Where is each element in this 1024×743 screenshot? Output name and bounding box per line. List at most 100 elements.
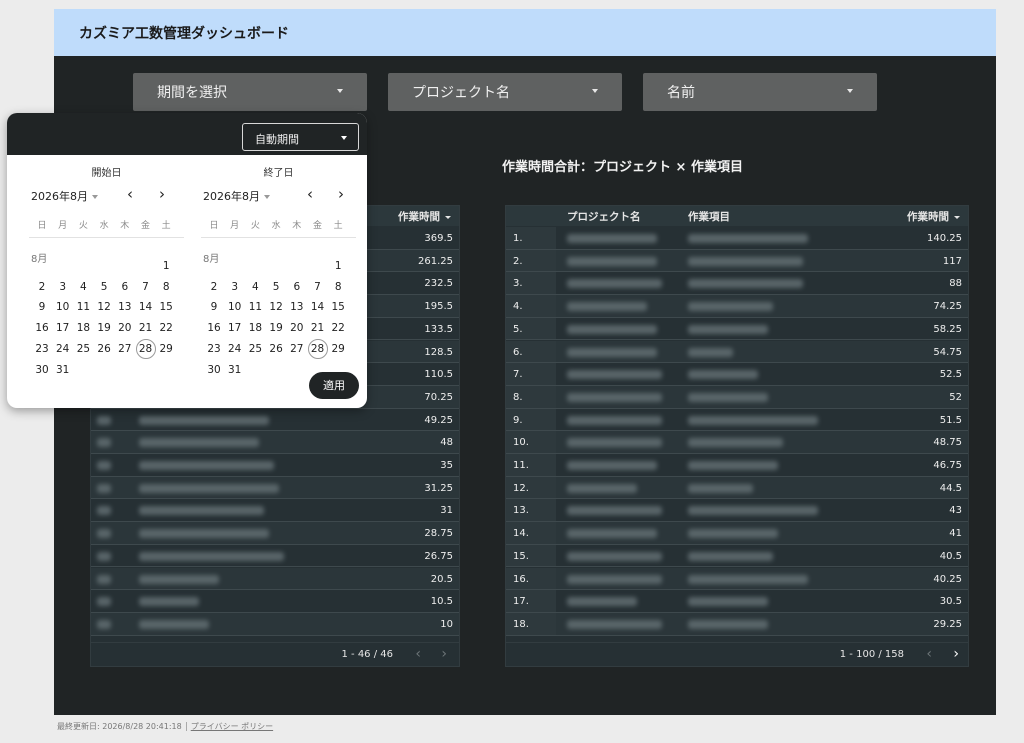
table-row[interactable]: 31.25 xyxy=(91,476,459,500)
prev-month-button[interactable]: ‹ xyxy=(127,185,133,203)
project-filter[interactable]: プロジェクト名 xyxy=(388,73,622,111)
next-month-button[interactable]: › xyxy=(338,185,344,203)
calendar-day[interactable]: 22 xyxy=(156,318,176,338)
calendar-day[interactable]: 25 xyxy=(73,339,93,359)
calendar-day[interactable]: 29 xyxy=(328,339,348,359)
name-filter[interactable]: 名前 xyxy=(643,73,877,111)
calendar-day[interactable]: 23 xyxy=(204,339,224,359)
table-row[interactable]: 1. 140.25 xyxy=(506,227,968,250)
end-month-select[interactable]: 2026年8月 xyxy=(203,188,270,204)
calendar-day[interactable]: 27 xyxy=(115,339,135,359)
table-row[interactable]: 14. 41 xyxy=(506,522,968,545)
next-page-button[interactable]: › xyxy=(441,647,447,661)
calendar-day[interactable]: 4 xyxy=(245,277,265,297)
table-row[interactable]: 11. 46.75 xyxy=(506,454,968,477)
calendar-day[interactable]: 17 xyxy=(225,318,245,338)
calendar-day[interactable]: 13 xyxy=(287,297,307,317)
privacy-policy-link[interactable]: プライバシー ポリシー xyxy=(191,722,273,731)
calendar-day[interactable]: 10 xyxy=(53,297,73,317)
prev-page-button[interactable]: ‹ xyxy=(415,647,421,661)
table-row[interactable]: 3. 88 xyxy=(506,272,968,296)
calendar-day[interactable]: 20 xyxy=(287,318,307,338)
calendar-day[interactable]: 25 xyxy=(245,339,265,359)
apply-button[interactable]: 適用 xyxy=(309,372,359,399)
calendar-day[interactable]: 15 xyxy=(156,297,176,317)
prev-month-button[interactable]: ‹ xyxy=(307,185,313,203)
calendar-day[interactable]: 12 xyxy=(266,297,286,317)
prev-page-button[interactable]: ‹ xyxy=(926,647,932,661)
calendar-day[interactable]: 9 xyxy=(204,297,224,317)
calendar-day[interactable]: 15 xyxy=(328,297,348,317)
calendar-day[interactable]: 22 xyxy=(328,318,348,338)
calendar-day[interactable]: 18 xyxy=(73,318,93,338)
table-row[interactable]: 6. 54.75 xyxy=(506,340,968,364)
table-row[interactable]: 9. 51.5 xyxy=(506,408,968,432)
table-row[interactable]: 18. 29.25 xyxy=(506,612,968,636)
calendar-day[interactable]: 18 xyxy=(245,318,265,338)
calendar-day[interactable]: 17 xyxy=(53,318,73,338)
table-row[interactable]: 12. 44.5 xyxy=(506,476,968,500)
calendar-day[interactable]: 23 xyxy=(32,339,52,359)
table-row[interactable]: 10. 48.75 xyxy=(506,431,968,454)
calendar-day[interactable]: 16 xyxy=(204,318,224,338)
table-row[interactable]: 35 xyxy=(91,454,459,477)
hours-column-header[interactable]: 作業時間 xyxy=(907,209,960,224)
table-row[interactable]: 49.25 xyxy=(91,409,459,432)
table-row[interactable]: 48 xyxy=(91,431,459,454)
calendar-day[interactable]: 6 xyxy=(115,277,135,297)
calendar-day[interactable]: 26 xyxy=(94,339,114,359)
calendar-day[interactable]: 5 xyxy=(94,277,114,297)
calendar-day[interactable]: 24 xyxy=(225,339,245,359)
calendar-day[interactable]: 14 xyxy=(136,297,156,317)
calendar-day[interactable]: 9 xyxy=(32,297,52,317)
table-row[interactable]: 28.75 xyxy=(91,522,459,545)
table-row[interactable]: 16. 40.25 xyxy=(506,567,968,591)
table-row[interactable]: 13. 43 xyxy=(506,499,968,523)
calendar-day[interactable]: 1 xyxy=(156,256,176,276)
table-row[interactable]: 5. 58.25 xyxy=(506,317,968,341)
next-month-button[interactable]: › xyxy=(159,185,165,203)
calendar-day[interactable]: 19 xyxy=(94,318,114,338)
calendar-day[interactable]: 2 xyxy=(204,277,224,297)
calendar-day[interactable]: 6 xyxy=(287,277,307,297)
calendar-day[interactable]: 10 xyxy=(225,297,245,317)
calendar-day[interactable]: 7 xyxy=(308,277,328,297)
next-page-button[interactable]: › xyxy=(953,647,959,661)
period-filter[interactable]: 期間を選択 xyxy=(133,73,367,111)
calendar-day[interactable]: 2 xyxy=(32,277,52,297)
table-row[interactable]: 26.75 xyxy=(91,545,459,568)
table-row[interactable]: 20.5 xyxy=(91,567,459,591)
calendar-day[interactable]: 28 xyxy=(135,338,156,359)
table-row[interactable]: 4. 74.25 xyxy=(506,295,968,318)
calendar-day[interactable]: 31 xyxy=(225,360,245,380)
item-column-header[interactable]: 作業項目 xyxy=(688,209,730,224)
calendar-day[interactable]: 21 xyxy=(308,318,328,338)
project-column-header[interactable]: プロジェクト名 xyxy=(567,209,641,224)
calendar-day[interactable]: 24 xyxy=(53,339,73,359)
calendar-day[interactable]: 12 xyxy=(94,297,114,317)
calendar-day[interactable]: 8 xyxy=(328,277,348,297)
table-row[interactable]: 10.5 xyxy=(91,590,459,613)
calendar-day[interactable]: 21 xyxy=(136,318,156,338)
hours-column-header[interactable]: 作業時間 xyxy=(398,209,451,224)
calendar-day[interactable]: 1 xyxy=(328,256,348,276)
calendar-day[interactable]: 19 xyxy=(266,318,286,338)
table-row[interactable]: 15. 40.5 xyxy=(506,544,968,568)
auto-period-select[interactable]: 自動期間 xyxy=(242,123,359,151)
calendar-day[interactable]: 5 xyxy=(266,277,286,297)
calendar-day[interactable]: 28 xyxy=(307,338,328,359)
table-row[interactable]: 17. 30.5 xyxy=(506,590,968,613)
table-row[interactable]: 8. 52 xyxy=(506,385,968,409)
calendar-day[interactable]: 11 xyxy=(245,297,265,317)
calendar-day[interactable]: 11 xyxy=(73,297,93,317)
calendar-day[interactable]: 31 xyxy=(53,360,73,380)
calendar-day[interactable]: 3 xyxy=(53,277,73,297)
table-row[interactable]: 31 xyxy=(91,499,459,523)
table-row[interactable]: 7. 52.5 xyxy=(506,363,968,386)
calendar-day[interactable]: 3 xyxy=(225,277,245,297)
calendar-day[interactable]: 4 xyxy=(73,277,93,297)
start-month-select[interactable]: 2026年8月 xyxy=(31,188,98,204)
calendar-day[interactable]: 30 xyxy=(32,360,52,380)
calendar-day[interactable]: 16 xyxy=(32,318,52,338)
calendar-day[interactable]: 7 xyxy=(136,277,156,297)
